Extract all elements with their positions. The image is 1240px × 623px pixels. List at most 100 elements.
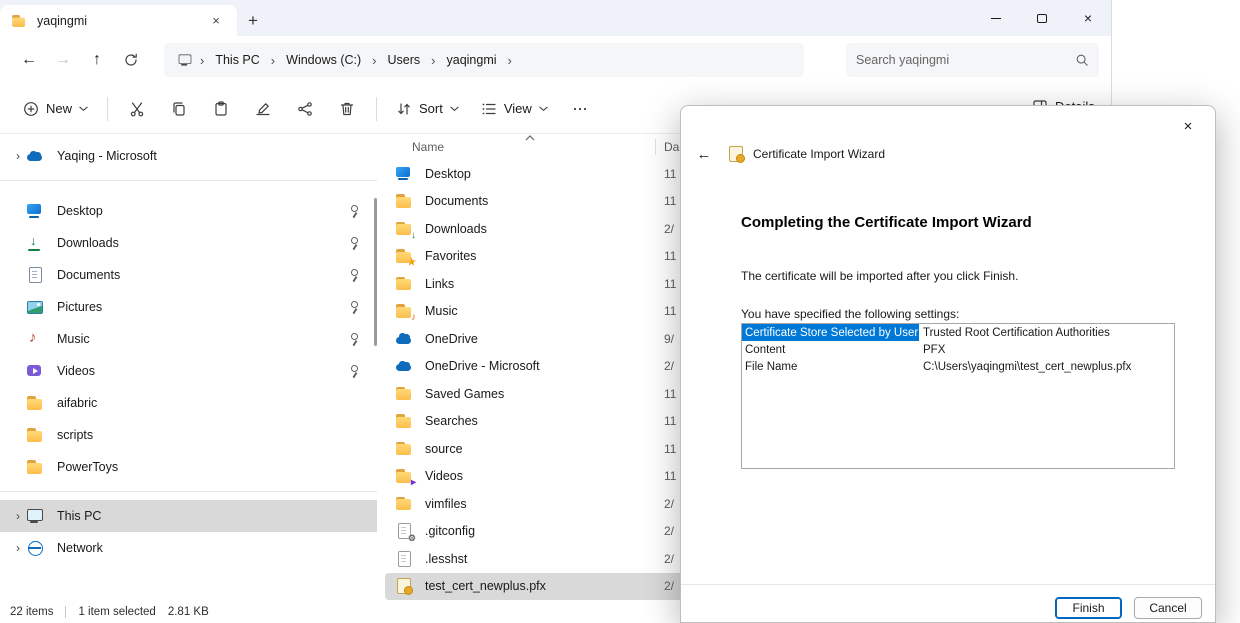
- sidebar-item-powertoys[interactable]: PowerToys: [0, 451, 377, 483]
- name-column-header[interactable]: Name: [412, 140, 444, 154]
- file-row-gitconfig[interactable]: ⚙ .gitconfig 2/: [385, 518, 685, 546]
- wizard-settings-label: You have specified the following setting…: [741, 307, 959, 321]
- refresh-button[interactable]: [114, 44, 148, 76]
- search-input[interactable]: [856, 53, 1067, 67]
- up-button[interactable]: ↑: [80, 44, 114, 76]
- navigation-pane: › Yaqing - Microsoft Desktop: [0, 134, 377, 601]
- breadcrumb-windows-c[interactable]: Windows (C:): [281, 50, 366, 70]
- file-row-vimfiles[interactable]: vimfiles 2/: [385, 490, 685, 518]
- toolbar-divider: [376, 97, 377, 121]
- file-row-lesshst[interactable]: .lesshst 2/: [385, 545, 685, 573]
- chevron-down-icon: [539, 106, 548, 112]
- search-box[interactable]: [846, 43, 1099, 77]
- settings-row-file-name[interactable]: File Name C:\Users\yaqingmi\test_cert_ne…: [742, 358, 1174, 375]
- cancel-button[interactable]: Cancel: [1134, 597, 1202, 619]
- sort-button[interactable]: Sort: [385, 94, 470, 124]
- file-row-searches[interactable]: Searches 11: [385, 408, 685, 436]
- file-name: .lesshst: [425, 552, 685, 566]
- date-column-header[interactable]: Da: [664, 140, 679, 154]
- setting-value: Trusted Root Certification Authorities: [919, 327, 1110, 339]
- settings-row-content[interactable]: Content PFX: [742, 341, 1174, 358]
- sidebar-item-onedrive[interactable]: › Yaqing - Microsoft: [0, 140, 377, 172]
- file-row-desktop[interactable]: Desktop 11: [385, 160, 685, 188]
- new-tab-button[interactable]: +: [237, 5, 269, 36]
- file-row-music[interactable]: ♪ Music 11: [385, 298, 685, 326]
- tab-close-icon[interactable]: ×: [205, 10, 227, 32]
- sidebar-item-label: scripts: [57, 428, 367, 442]
- setting-value: PFX: [919, 344, 945, 356]
- sidebar-item-desktop[interactable]: Desktop: [0, 195, 377, 227]
- breadcrumb-yaqingmi[interactable]: yaqingmi: [442, 50, 502, 70]
- navigation-bar: ← → ↑ › This PC › Windows (C:) › Users ›…: [0, 36, 1111, 84]
- delete-button[interactable]: [326, 91, 368, 127]
- chevron-icon[interactable]: ›: [10, 149, 26, 163]
- trash-icon: [339, 101, 355, 117]
- folder-icon: [395, 413, 413, 429]
- dialog-close-button[interactable]: ×: [1171, 112, 1205, 140]
- file-row-source[interactable]: source 11: [385, 435, 685, 463]
- file-name: Documents: [425, 194, 685, 208]
- finish-button[interactable]: Finish: [1055, 597, 1122, 619]
- sidebar-item-documents[interactable]: Documents: [0, 259, 377, 291]
- music-note-icon: [26, 331, 44, 347]
- wizard-heading: Completing the Certificate Import Wizard: [741, 214, 1032, 231]
- file-row-test-cert-newplus-pfx[interactable]: test_cert_newplus.pfx 2/: [385, 573, 685, 601]
- view-button[interactable]: View: [470, 94, 559, 124]
- explorer-tab[interactable]: yaqingmi ×: [0, 5, 237, 36]
- onedrive-cloud-icon: [395, 331, 413, 347]
- folder-icon: [395, 386, 413, 402]
- breadcrumb[interactable]: › This PC › Windows (C:) › Users › yaqin…: [164, 43, 804, 77]
- sidebar-item-downloads[interactable]: Downloads: [0, 227, 377, 259]
- file-row-downloads[interactable]: ↓ Downloads 2/: [385, 215, 685, 243]
- maximize-button[interactable]: [1019, 0, 1065, 36]
- folder-icon: [395, 496, 413, 512]
- rename-button[interactable]: [242, 91, 284, 127]
- chevron-down-icon: [79, 106, 88, 112]
- dialog-back-button[interactable]: ←: [689, 146, 719, 163]
- breadcrumb-users[interactable]: Users: [383, 50, 426, 70]
- share-button[interactable]: [284, 91, 326, 127]
- sidebar-item-scripts[interactable]: scripts: [0, 419, 377, 451]
- file-date: 11: [664, 414, 676, 428]
- sidebar-item-label: aifabric: [57, 396, 367, 410]
- forward-button[interactable]: →: [46, 44, 80, 76]
- file-row-links[interactable]: Links 11: [385, 270, 685, 298]
- sidebar-item-label: Downloads: [57, 236, 347, 250]
- sidebar-item-music[interactable]: Music: [0, 323, 377, 355]
- file-row-videos[interactable]: ▸ Videos 11: [385, 463, 685, 491]
- picture-icon: [26, 299, 44, 315]
- sidebar-item-this-pc[interactable]: › This PC: [0, 500, 377, 532]
- sidebar-item-pictures[interactable]: Pictures: [0, 291, 377, 323]
- chevron-down-icon: [450, 106, 459, 112]
- window-close-button[interactable]: ×: [1065, 0, 1111, 36]
- sidebar-item-aifabric[interactable]: aifabric: [0, 387, 377, 419]
- file-row-favorites[interactable]: ★ Favorites 11: [385, 243, 685, 271]
- more-options-button[interactable]: [559, 91, 601, 127]
- new-button[interactable]: New: [12, 94, 99, 124]
- copy-button[interactable]: [158, 91, 200, 127]
- file-row-onedrive[interactable]: OneDrive 9/: [385, 325, 685, 353]
- folder-icon: [395, 193, 413, 209]
- minimize-button[interactable]: [973, 0, 1019, 36]
- paste-button[interactable]: [200, 91, 242, 127]
- file-date: 2/: [664, 359, 674, 373]
- file-row-saved-games[interactable]: Saved Games 11: [385, 380, 685, 408]
- document-icon: [26, 267, 44, 283]
- breadcrumb-this-pc[interactable]: This PC: [210, 50, 264, 70]
- certificate-icon: [395, 578, 413, 594]
- file-row-onedrive-microsoft[interactable]: OneDrive - Microsoft 2/: [385, 353, 685, 381]
- sidebar-item-label: Pictures: [57, 300, 347, 314]
- screen: yaqingmi × + × ← → ↑ › This PC › W: [0, 0, 1240, 623]
- copy-icon: [171, 101, 187, 117]
- file-row-documents[interactable]: Documents 11: [385, 188, 685, 216]
- column-divider[interactable]: [655, 139, 656, 155]
- chevron-icon[interactable]: ›: [10, 541, 26, 555]
- desktop-icon: [26, 203, 44, 219]
- sidebar-item-videos[interactable]: Videos: [0, 355, 377, 387]
- settings-row-store[interactable]: Certificate Store Selected by User Trust…: [742, 324, 1174, 341]
- settings-list[interactable]: Certificate Store Selected by User Trust…: [741, 323, 1175, 469]
- cut-button[interactable]: [116, 91, 158, 127]
- back-button[interactable]: ←: [12, 44, 46, 76]
- chevron-icon[interactable]: ›: [10, 509, 26, 523]
- sidebar-item-network[interactable]: › Network: [0, 532, 377, 564]
